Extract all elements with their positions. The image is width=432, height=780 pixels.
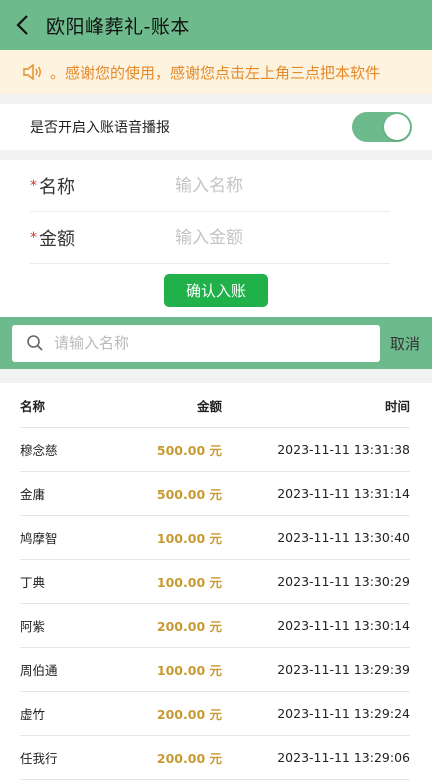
required-mark: * xyxy=(30,229,37,246)
row-time: 2023-11-11 13:29:24 xyxy=(277,706,410,721)
row-amount: 200.00 元 xyxy=(156,751,222,766)
row-amount: 100.00 元 xyxy=(156,531,222,546)
amount-row: * 金额 xyxy=(30,212,390,264)
name-label: 名称 xyxy=(39,176,75,198)
voice-toggle-row: 是否开启入账语音播报 xyxy=(0,104,432,150)
table-row[interactable]: 虚竹 200.00 元 2023-11-11 13:29:24 xyxy=(20,692,410,736)
ledger-table: 名称 金额 时间 穆念慈 500.00 元 2023-11-11 13:31:3… xyxy=(0,383,432,780)
row-name: 虚竹 xyxy=(20,707,46,722)
cancel-button[interactable]: 取消 xyxy=(390,333,420,354)
app-header: 欧阳峰葬礼-账本 xyxy=(0,0,432,50)
table-row[interactable]: 金庸 500.00 元 2023-11-11 13:31:14 xyxy=(20,472,410,516)
row-name: 丁典 xyxy=(20,575,46,590)
amount-input[interactable] xyxy=(173,226,357,249)
name-input[interactable] xyxy=(173,174,357,197)
row-name: 金庸 xyxy=(20,487,46,502)
row-time: 2023-11-11 13:29:06 xyxy=(277,750,410,765)
row-amount: 500.00 元 xyxy=(156,443,222,458)
page-title: 欧阳峰葬礼-账本 xyxy=(46,15,190,38)
column-header-time: 时间 xyxy=(384,398,410,414)
search-input[interactable] xyxy=(52,333,356,353)
notice-banner: 。感谢您的使用，感谢您点击左上角三点把本软件 xyxy=(0,50,432,94)
entry-form: * 名称 * 金额 确认入账 xyxy=(0,160,432,317)
row-time: 2023-11-11 13:31:14 xyxy=(277,486,410,501)
table-row[interactable]: 阿紫 200.00 元 2023-11-11 13:30:14 xyxy=(20,604,410,648)
row-name: 鸠摩智 xyxy=(20,531,58,546)
row-time: 2023-11-11 13:29:39 xyxy=(277,662,410,677)
table-row[interactable]: 任我行 200.00 元 2023-11-11 13:29:06 xyxy=(20,736,410,780)
table-row[interactable]: 鸠摩智 100.00 元 2023-11-11 13:30:40 xyxy=(20,516,410,560)
search-icon xyxy=(27,335,43,351)
confirm-entry-button[interactable]: 确认入账 xyxy=(164,274,268,307)
speaker-icon xyxy=(23,63,41,81)
column-header-amount: 金额 xyxy=(196,398,222,414)
row-name: 任我行 xyxy=(20,751,58,766)
row-amount: 100.00 元 xyxy=(156,575,222,590)
table-row[interactable]: 周伯通 100.00 元 2023-11-11 13:29:39 xyxy=(20,648,410,692)
row-time: 2023-11-11 13:31:38 xyxy=(277,442,410,457)
required-mark: * xyxy=(30,177,37,194)
row-amount: 500.00 元 xyxy=(156,487,222,502)
notice-text: 。感谢您的使用，感谢您点击左上角三点把本软件 xyxy=(50,63,381,82)
search-bar: 取消 xyxy=(0,317,432,369)
name-row: * 名称 xyxy=(30,160,390,212)
back-arrow-icon[interactable] xyxy=(0,0,46,50)
row-name: 周伯通 xyxy=(20,663,58,678)
row-name: 穆念慈 xyxy=(20,443,58,458)
row-amount: 100.00 元 xyxy=(156,663,222,678)
row-amount: 200.00 元 xyxy=(156,619,222,634)
voice-toggle-switch[interactable] xyxy=(352,112,412,142)
row-time: 2023-11-11 13:30:29 xyxy=(277,574,410,589)
column-header-name: 名称 xyxy=(20,398,46,414)
row-time: 2023-11-11 13:30:14 xyxy=(277,618,410,633)
search-box[interactable] xyxy=(12,324,380,362)
row-name: 阿紫 xyxy=(20,619,46,634)
amount-label: 金额 xyxy=(39,228,75,250)
row-time: 2023-11-11 13:30:40 xyxy=(277,530,410,545)
voice-toggle-label: 是否开启入账语音播报 xyxy=(30,120,170,136)
table-row[interactable]: 穆念慈 500.00 元 2023-11-11 13:31:38 xyxy=(20,428,410,472)
table-header: 名称 金额 时间 xyxy=(20,383,410,428)
row-amount: 200.00 元 xyxy=(156,707,222,722)
table-row[interactable]: 丁典 100.00 元 2023-11-11 13:30:29 xyxy=(20,560,410,604)
